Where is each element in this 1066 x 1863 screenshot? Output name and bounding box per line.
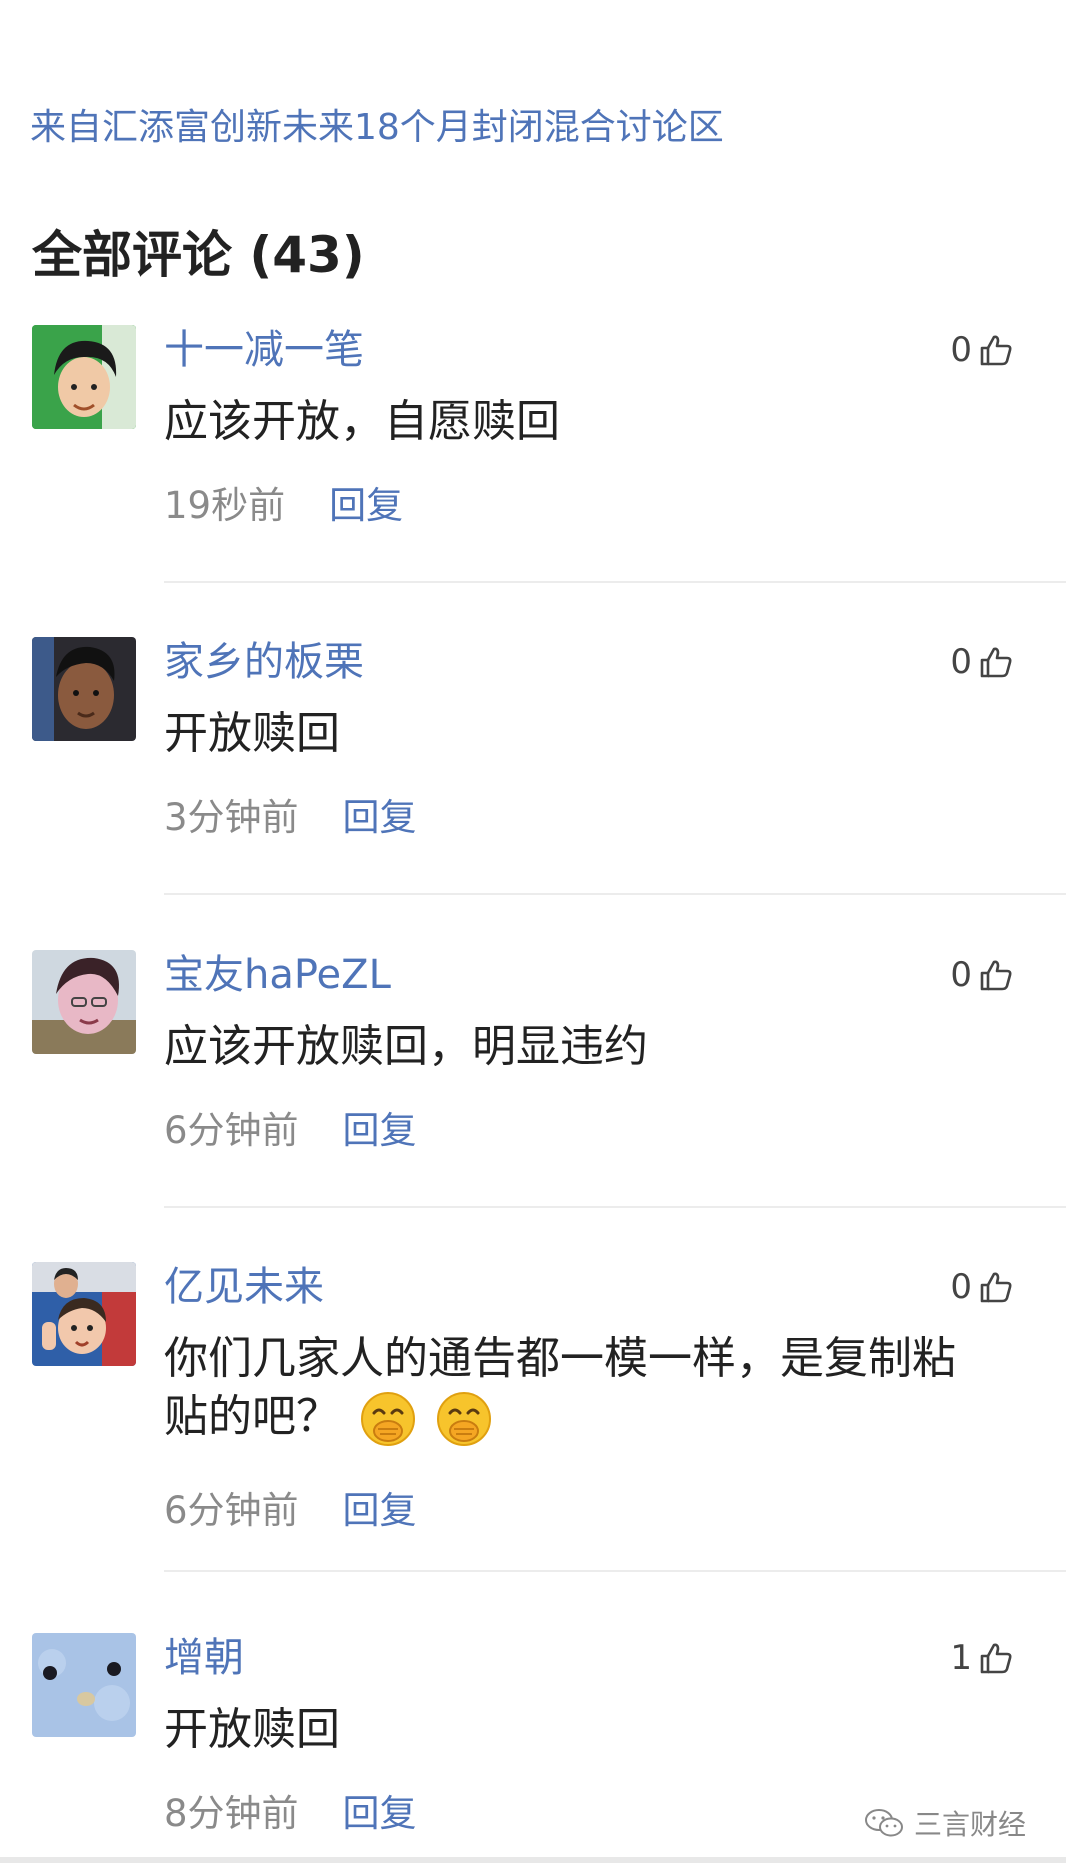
like-button[interactable]: 1 xyxy=(950,1633,1014,1683)
source-forum-link[interactable]: 来自汇添富创新未来18个月封闭混合讨论区 xyxy=(30,98,724,150)
avatar[interactable] xyxy=(32,637,136,741)
comment-username[interactable]: 宝友haPeZL xyxy=(164,950,391,1000)
comment-meta: 19秒前 回复 xyxy=(164,475,403,529)
divider xyxy=(164,1570,1066,1572)
comment-username[interactable]: 增朝 xyxy=(164,1633,244,1683)
comment-time: 6分钟前 xyxy=(164,1489,299,1532)
avatar[interactable] xyxy=(32,325,136,429)
comments-page: 来自汇添富创新未来18个月封闭混合讨论区 全部评论 (43) 十一减一笔 0 应… xyxy=(0,0,1066,1863)
avatar[interactable] xyxy=(32,950,136,1054)
like-count: 0 xyxy=(950,642,972,682)
like-button[interactable]: 0 xyxy=(950,1262,1014,1312)
like-button[interactable]: 0 xyxy=(950,325,1014,375)
comment-item: 宝友haPeZL 0 应该开放赎回，明显违约 6分钟前 回复 xyxy=(0,950,1066,1208)
like-count: 0 xyxy=(950,330,972,370)
comment-text: 你们几家人的通告都一模一样，是复制粘 贴的吧？ xyxy=(164,1330,1004,1447)
comment-text: 应该开放赎回，明显违约 xyxy=(164,1021,648,1072)
comment-text: 应该开放，自愿赎回 xyxy=(164,396,560,447)
reply-button[interactable]: 回复 xyxy=(343,1480,417,1534)
wechat-icon xyxy=(864,1809,903,1837)
comment-time: 19秒前 xyxy=(164,484,286,527)
like-count: 0 xyxy=(950,955,972,995)
avatar[interactable] xyxy=(32,1633,136,1737)
thumbs-up-icon xyxy=(980,1272,1012,1303)
comment-time: 6分钟前 xyxy=(164,1109,299,1152)
like-button[interactable]: 0 xyxy=(950,637,1014,687)
comment-time: 8分钟前 xyxy=(164,1792,299,1835)
like-count: 1 xyxy=(950,1638,972,1678)
comment-text-line: 你们几家人的通告都一模一样，是复制粘 xyxy=(164,1333,956,1384)
reply-button[interactable]: 回复 xyxy=(343,1100,417,1154)
reply-button[interactable]: 回复 xyxy=(343,787,417,841)
comment-meta: 3分钟前 回复 xyxy=(164,787,417,841)
watermark: 三言财经 xyxy=(864,1803,1026,1843)
thumbs-up-icon xyxy=(980,335,1012,366)
comment-username[interactable]: 亿见未来 xyxy=(164,1262,324,1312)
comment-text-line: 贴的吧？ xyxy=(164,1388,1004,1447)
reply-button[interactable]: 回复 xyxy=(343,1783,417,1837)
divider xyxy=(164,581,1066,583)
comment-text-line2: 贴的吧？ xyxy=(164,1391,340,1442)
comment-meta: 6分钟前 回复 xyxy=(164,1480,417,1534)
reply-button[interactable]: 回复 xyxy=(329,475,403,529)
like-count: 0 xyxy=(950,1267,972,1307)
cover-mouth-emoji-icon xyxy=(361,1392,415,1446)
comment-item: 十一减一笔 0 应该开放，自愿赎回 19秒前 回复 xyxy=(0,325,1066,583)
comment-item: 家乡的板栗 0 开放赎回 3分钟前 回复 xyxy=(0,637,1066,895)
avatar[interactable] xyxy=(32,1262,136,1366)
divider xyxy=(164,1206,1066,1208)
comment-item: 亿见未来 0 你们几家人的通告都一模一样，是复制粘 贴的吧？ 6分钟前 回复 xyxy=(0,1262,1066,1572)
bottom-edge xyxy=(0,1857,1066,1863)
thumbs-up-icon xyxy=(980,960,1012,991)
like-button[interactable]: 0 xyxy=(950,950,1014,1000)
comment-text: 开放赎回 xyxy=(164,1704,340,1755)
divider xyxy=(164,893,1066,895)
thumbs-up-icon xyxy=(980,1643,1012,1674)
all-comments-title: 全部评论 (43) xyxy=(32,226,365,284)
comment-username[interactable]: 家乡的板栗 xyxy=(164,637,364,687)
comment-time: 3分钟前 xyxy=(164,796,299,839)
cover-mouth-emoji-icon xyxy=(437,1392,491,1446)
comment-meta: 8分钟前 回复 xyxy=(164,1783,417,1837)
comment-username[interactable]: 十一减一笔 xyxy=(164,325,364,375)
comment-text: 开放赎回 xyxy=(164,708,340,759)
comment-meta: 6分钟前 回复 xyxy=(164,1100,417,1154)
thumbs-up-icon xyxy=(980,647,1012,678)
watermark-text: 三言财经 xyxy=(913,1808,1026,1841)
